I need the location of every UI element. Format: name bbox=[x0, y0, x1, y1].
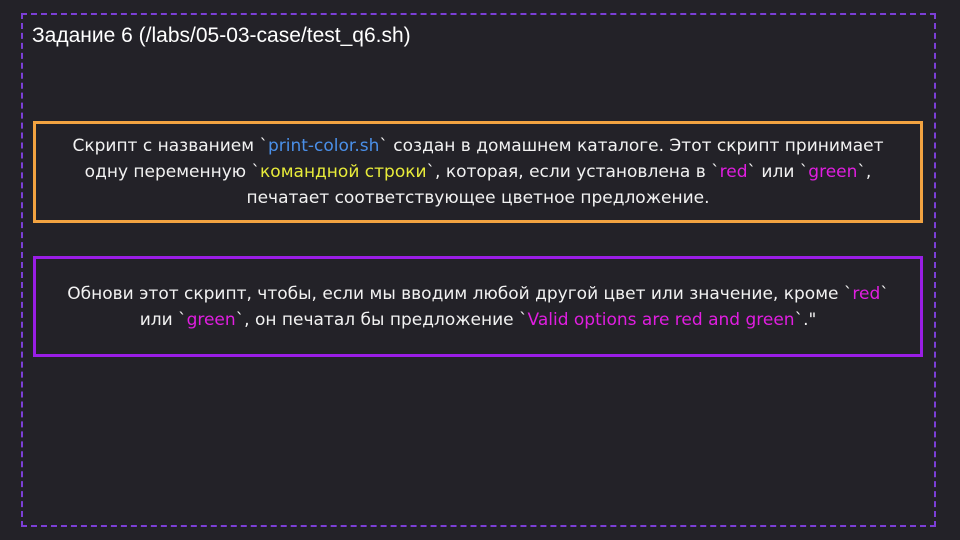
instruction-text: Обнови этот скрипт, чтобы, если мы вводи… bbox=[50, 281, 906, 333]
instruction-box: Обнови этот скрипт, чтобы, если мы вводи… bbox=[33, 256, 923, 357]
text-segment: `." bbox=[794, 309, 817, 330]
text-segment: ` или ` bbox=[747, 162, 809, 182]
highlighted-term: red bbox=[719, 162, 748, 182]
highlighted-term: green bbox=[808, 162, 858, 182]
text-segment: Скрипт с названием ` bbox=[72, 136, 268, 156]
page-title: Задание 6 (/labs/05-03-case/test_q6.sh) bbox=[32, 24, 411, 47]
highlighted-term: Valid options are red and green bbox=[527, 309, 795, 330]
text-segment: Обнови этот скрипт, чтобы, если мы вводи… bbox=[67, 283, 853, 304]
text-segment: `, которая, если установлена в ` bbox=[426, 162, 720, 182]
highlighted-term: green bbox=[186, 309, 236, 330]
highlighted-term: red bbox=[852, 283, 881, 304]
task-description-box: Скрипт с названием `print-color.sh` созд… bbox=[33, 121, 923, 223]
text-segment: `, он печатал бы предложение ` bbox=[235, 309, 528, 330]
highlighted-term: print-color.sh bbox=[267, 136, 380, 156]
task-description-text: Скрипт с названием `print-color.sh` созд… bbox=[50, 133, 906, 211]
highlighted-term: командной строки bbox=[260, 162, 427, 182]
